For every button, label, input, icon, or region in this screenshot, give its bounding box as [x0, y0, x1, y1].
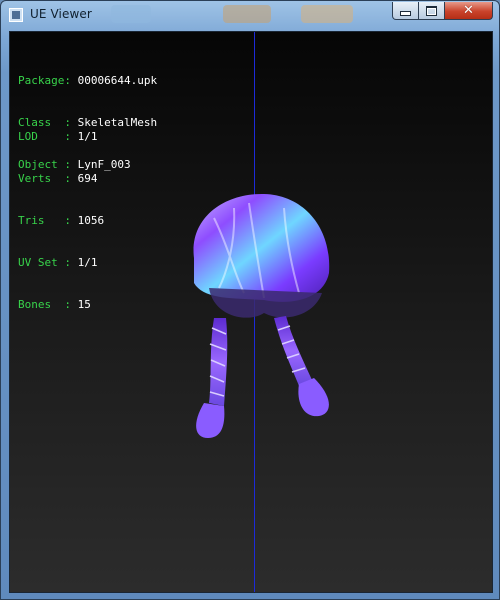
info-row-uvset: UV Set : 1/1 [18, 256, 104, 270]
app-window-icon[interactable] [9, 8, 23, 22]
hair-mesh-model[interactable] [174, 188, 334, 438]
info-row-tris: Tris : 1056 [18, 214, 104, 228]
hair-back [209, 288, 322, 318]
left-braid-tip [196, 403, 225, 438]
minimize-button[interactable] [392, 2, 419, 20]
close-button[interactable]: ✕ [445, 2, 493, 20]
close-icon: ✕ [463, 3, 474, 18]
info-key: Verts : [18, 172, 78, 185]
3d-viewport[interactable]: Package: 00006644.upk Class : SkeletalMe… [9, 31, 493, 593]
info-key: Package: [18, 74, 78, 87]
info-row-verts: Verts : 694 [18, 172, 104, 186]
maximize-icon [426, 5, 437, 16]
app-window: UE Viewer ✕ Package: 00006644.upk Class … [0, 0, 500, 600]
info-value: 1/1 [77, 130, 98, 143]
info-row-lod: LOD : 1/1 [18, 130, 104, 144]
info-row-bones: Bones : 15 [18, 298, 104, 312]
window-title: UE Viewer [30, 7, 92, 21]
info-key: Tris : [18, 214, 78, 227]
info-key: Bones : [18, 298, 78, 311]
maximize-button[interactable] [419, 2, 445, 20]
info-value: 00006644.upk [77, 74, 158, 87]
title-bar[interactable]: UE Viewer ✕ [1, 1, 500, 31]
info-value: 1056 [77, 214, 105, 227]
info-value: 694 [77, 172, 98, 185]
info-value: 15 [77, 298, 91, 311]
background-blur [223, 5, 271, 23]
right-braid [274, 316, 312, 386]
info-key: UV Set : [18, 256, 78, 269]
info-key: LOD : [18, 130, 78, 143]
background-blur [301, 5, 353, 23]
minimize-icon [400, 11, 411, 16]
info-row-package: Package: 00006644.upk [18, 74, 157, 88]
background-blur [111, 5, 151, 23]
right-braid-tip [298, 378, 329, 417]
mesh-stats-panel: LOD : 1/1 Verts : 694 Tris : 1056 UV Set… [18, 102, 104, 340]
info-value: 1/1 [77, 256, 98, 269]
